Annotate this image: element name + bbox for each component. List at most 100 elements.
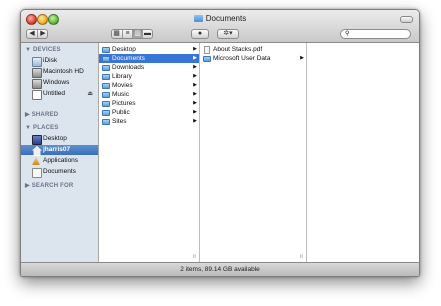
eject-icon[interactable]: ⏏: [87, 89, 93, 99]
folder-icon: [193, 15, 203, 22]
disclosure-arrow-icon: ▶: [193, 91, 197, 97]
pdf-document-icon: [204, 45, 210, 54]
coverflow-view-icon: ▬: [144, 30, 151, 37]
search-field[interactable]: ⚲: [340, 29, 411, 39]
browser-column-2: About Stacks.pdf Microsoft User Data ▶ ॥: [200, 43, 307, 262]
coverflow-view-button[interactable]: ▬: [142, 30, 152, 38]
disk-image-icon: [32, 90, 42, 100]
item-label: Desktop: [112, 46, 136, 53]
list-view-button[interactable]: ≡: [122, 30, 132, 38]
sidebar-item-label: Windows: [43, 79, 70, 86]
back-button[interactable]: ◀: [27, 30, 37, 38]
browser-column-3: [307, 43, 419, 262]
folder-icon: [203, 55, 211, 62]
sidebar-item-macintosh-hd[interactable]: Macintosh HD: [21, 67, 98, 78]
list-item[interactable]: Sites ▶: [99, 117, 199, 126]
places-header: PLACES: [33, 125, 59, 131]
list-item[interactable]: Downloads ▶: [99, 63, 199, 72]
item-label: About Stacks.pdf: [213, 46, 263, 53]
sidebar-item-idisk[interactable]: iDisk: [21, 56, 98, 67]
status-text: 2 items, 89.14 GB available: [180, 266, 260, 273]
sidebar-item-label: iDisk: [43, 57, 58, 64]
quick-look-button[interactable]: ●: [191, 29, 209, 39]
sidebar-item-label: Documents: [43, 168, 76, 175]
finder-window: Documents ◀ ▶ ▦ ≡ ▥ ▬ ● ✲▾ ⚲ ▼ DEVICES i…: [20, 9, 420, 277]
back-arrow-icon: ◀: [29, 30, 35, 37]
list-item[interactable]: Desktop ▶: [99, 45, 199, 54]
chevron-down-icon: ▾: [229, 30, 233, 37]
sidebar-item-label: Macintosh HD: [43, 68, 84, 75]
folder-icon: [102, 91, 110, 98]
disclosure-arrow-icon: ▶: [300, 55, 304, 61]
sidebar-item-untitled[interactable]: Untitled ⏏: [21, 89, 98, 100]
folder-icon: [102, 100, 110, 107]
desktop-icon: [32, 135, 42, 145]
list-view-icon: ≡: [125, 30, 130, 37]
toolbar-toggle-button[interactable]: [400, 16, 413, 23]
sidebar-item-label: Applications: [43, 157, 79, 164]
column-resize-handle[interactable]: ॥: [192, 252, 196, 260]
devices-header: DEVICES: [33, 47, 61, 53]
action-menu-button[interactable]: ✲▾: [217, 29, 239, 39]
disclosure-arrow-icon: ▶: [193, 118, 197, 124]
list-item[interactable]: Library ▶: [99, 72, 199, 81]
sidebar-item-home[interactable]: jharris07: [21, 145, 98, 156]
shared-header: SHARED: [31, 112, 59, 118]
folder-icon: [102, 64, 110, 71]
sidebar-item-label: Desktop: [43, 135, 67, 142]
disclosure-arrow-icon: ▶: [193, 46, 197, 52]
list-item[interactable]: Pictures ▶: [99, 99, 199, 108]
sidebar-section-devices[interactable]: ▼ DEVICES: [25, 47, 61, 53]
search-for-header: SEARCH FOR: [31, 183, 74, 189]
folder-icon: [102, 82, 110, 89]
column-view-button[interactable]: ▥: [132, 30, 142, 38]
item-label: Sites: [112, 118, 127, 125]
item-label: Downloads: [112, 64, 145, 71]
sidebar-section-places[interactable]: ▼ PLACES: [25, 125, 59, 131]
sidebar-section-search-for[interactable]: ▶ SEARCH FOR: [25, 182, 73, 189]
forward-button[interactable]: ▶: [37, 30, 48, 38]
column-view-icon: ▥: [134, 30, 141, 37]
item-label: Pictures: [112, 100, 136, 107]
eye-icon: ●: [197, 30, 203, 37]
list-item-selected[interactable]: Documents ▶: [99, 54, 199, 63]
sidebar-item-desktop[interactable]: Desktop: [21, 134, 98, 145]
status-bar: 2 items, 89.14 GB available: [21, 262, 419, 276]
forward-arrow-icon: ▶: [40, 30, 46, 37]
disclosure-arrow-icon: ▶: [193, 100, 197, 106]
folder-icon: [102, 55, 110, 62]
window-title: Documents: [21, 14, 419, 23]
list-item[interactable]: Microsoft User Data ▶: [200, 54, 306, 63]
disclosure-arrow-icon: ▶: [193, 73, 197, 79]
disclosure-arrow-icon: ▶: [193, 64, 197, 70]
sidebar-item-label: Untitled: [43, 90, 66, 97]
list-item[interactable]: Movies ▶: [99, 81, 199, 90]
list-item[interactable]: About Stacks.pdf: [200, 45, 306, 54]
sidebar-item-windows[interactable]: Windows: [21, 78, 98, 89]
column-resize-handle[interactable]: ॥: [299, 252, 303, 260]
folder-icon: [102, 73, 110, 80]
title-bar[interactable]: Documents ◀ ▶ ▦ ≡ ▥ ▬ ● ✲▾ ⚲: [21, 10, 419, 43]
applications-icon: [32, 157, 40, 165]
sidebar: ▼ DEVICES iDisk Macintosh HD Windows Unt…: [21, 43, 99, 262]
folder-icon: [102, 46, 110, 53]
icon-view-button[interactable]: ▦: [112, 30, 121, 38]
item-label: Documents: [112, 55, 145, 62]
sidebar-item-documents[interactable]: Documents: [21, 167, 98, 178]
home-icon: [32, 146, 42, 156]
hard-drive-icon: [32, 68, 42, 78]
icon-view-icon: ▦: [113, 30, 120, 37]
item-label: Movies: [112, 82, 133, 89]
documents-icon: [32, 168, 42, 178]
sidebar-item-label: jharris07: [43, 146, 71, 153]
sidebar-section-shared[interactable]: ▶ SHARED: [25, 111, 58, 118]
folder-icon: [102, 118, 110, 125]
item-label: Music: [112, 91, 129, 98]
list-item[interactable]: Music ▶: [99, 90, 199, 99]
sidebar-item-applications[interactable]: Applications: [21, 156, 98, 166]
item-label: Microsoft User Data: [213, 55, 271, 62]
list-item[interactable]: Public ▶: [99, 108, 199, 117]
item-label: Library: [112, 73, 132, 80]
disclosure-arrow-icon: ▶: [193, 109, 197, 115]
window-title-text: Documents: [205, 14, 247, 23]
